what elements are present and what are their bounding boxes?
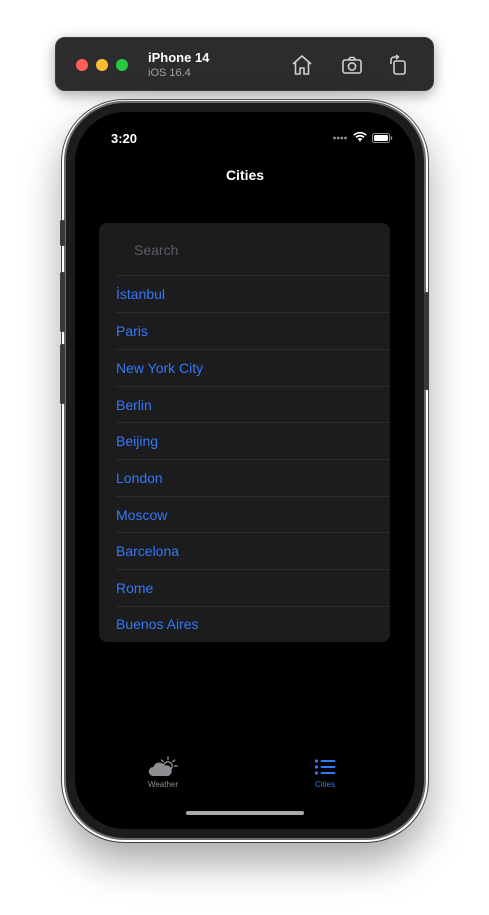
tab-bar: Weather Cities (75, 752, 415, 802)
close-window-button[interactable] (76, 59, 88, 71)
battery-icon (372, 133, 393, 143)
volume-down-button (60, 344, 65, 404)
silent-switch (60, 220, 65, 246)
search-bar (99, 223, 390, 275)
power-button (424, 292, 429, 390)
device-screen: 3:20 Cities İstanbul Paris New York City… (75, 112, 415, 829)
dynamic-island (179, 112, 312, 146)
tab-cities-label: Cities (314, 780, 335, 789)
volume-up-button (60, 272, 65, 332)
home-indicator[interactable] (186, 811, 304, 815)
cloud-sun-icon (148, 756, 178, 776)
list-item[interactable]: İstanbul (99, 276, 390, 312)
simulator-toolbar: iPhone 14 iOS 16.4 (55, 37, 434, 91)
list-item[interactable]: Moscow (99, 497, 390, 533)
wifi-icon (353, 131, 367, 142)
list-item[interactable]: Barcelona (99, 533, 390, 569)
tab-cities[interactable]: Cities (285, 752, 365, 796)
list-icon (314, 759, 336, 775)
list-item[interactable]: Buenos Aires (99, 606, 390, 642)
minimize-window-button[interactable] (96, 59, 108, 71)
list-item[interactable]: Beijing (99, 423, 390, 459)
cellular-signal-icon (333, 136, 347, 140)
home-icon[interactable] (290, 53, 314, 77)
list-item[interactable]: New York City (99, 350, 390, 386)
list-item[interactable]: London (99, 460, 390, 496)
device-name: iPhone 14 (148, 50, 210, 65)
search-input[interactable] (134, 240, 374, 260)
zoom-window-button[interactable] (116, 59, 128, 71)
status-time: 3:20 (111, 131, 138, 146)
rotate-icon[interactable] (386, 53, 410, 77)
list-item[interactable]: Berlin (99, 387, 390, 423)
list-item[interactable]: Rome (99, 570, 390, 606)
tab-weather[interactable]: Weather (123, 752, 203, 796)
screenshot-icon[interactable] (340, 53, 364, 77)
list-item[interactable]: Paris (99, 313, 390, 349)
page-title: Cities (225, 167, 265, 183)
cities-list: İstanbul Paris New York City Berlin Beij… (99, 223, 390, 642)
tab-weather-label: Weather (147, 780, 179, 789)
os-version: iOS 16.4 (148, 67, 191, 79)
